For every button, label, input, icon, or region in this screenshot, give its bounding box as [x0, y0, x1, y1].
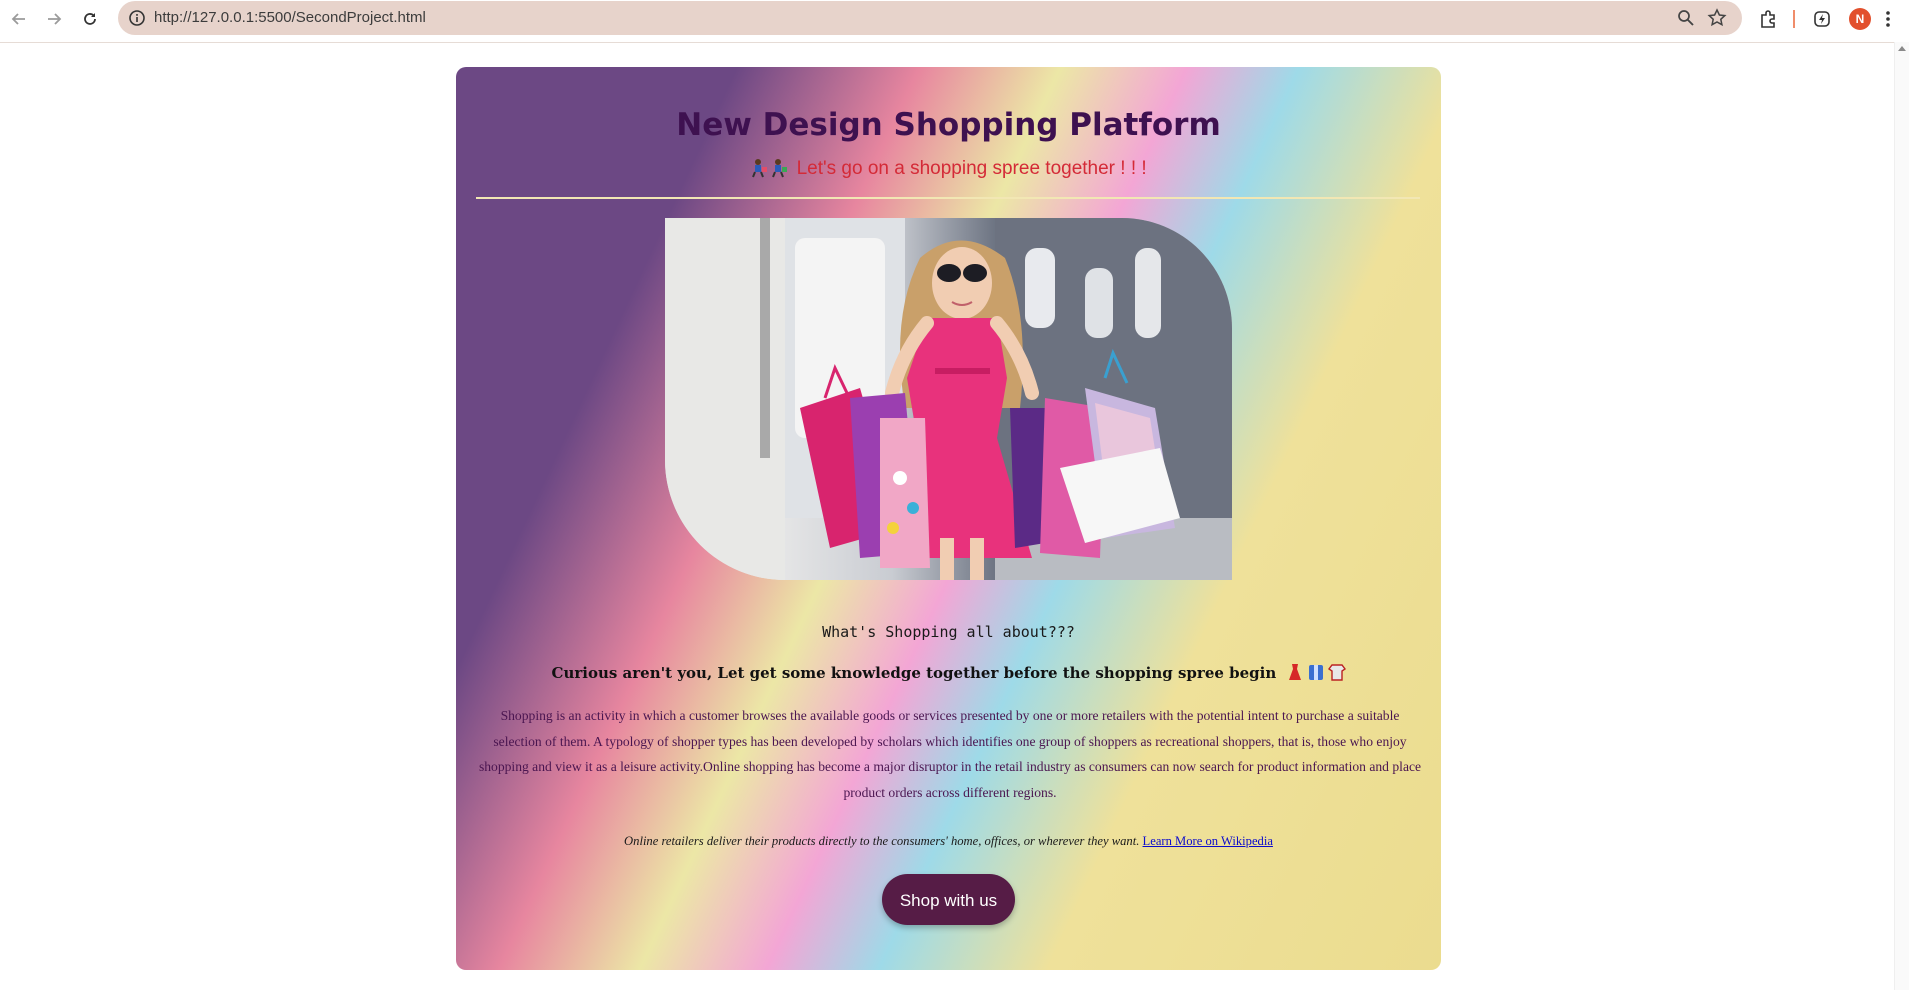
- wikipedia-link[interactable]: Learn More on Wikipedia: [1143, 834, 1273, 848]
- tagline: Let's go on a shopping spree together ! …: [456, 158, 1441, 184]
- reload-button[interactable]: [77, 6, 103, 32]
- back-button[interactable]: [6, 6, 32, 32]
- address-bar[interactable]: http://127.0.0.1:5500/SecondProject.html: [118, 1, 1742, 35]
- shopping-description: Shopping is an activity in which a custo…: [478, 708, 1422, 800]
- profile-avatar[interactable]: N: [1849, 8, 1871, 30]
- forward-arrow-icon: [48, 13, 62, 25]
- zoom-icon[interactable]: [1676, 8, 1696, 28]
- shoppers-emoji-icon: [750, 158, 790, 184]
- scroll-up-arrow-icon[interactable]: [1898, 46, 1906, 51]
- extensions-icon[interactable]: [1756, 7, 1780, 31]
- bookmark-star-icon[interactable]: [1706, 7, 1728, 29]
- clothing-emoji-icons: [1288, 663, 1346, 685]
- section-heading: What's Shopping all about???: [822, 623, 1075, 641]
- hero-illustration: [665, 218, 1232, 580]
- toolbar-divider: [1793, 10, 1795, 28]
- site-info-icon[interactable]: [126, 7, 148, 29]
- curious-line: Curious aren't you, Let get some knowled…: [456, 663, 1441, 685]
- page-scrollbar[interactable]: [1894, 42, 1909, 990]
- url-text[interactable]: http://127.0.0.1:5500/SecondProject.html: [154, 1, 426, 35]
- header-divider: [476, 197, 1420, 199]
- shop-with-us-button[interactable]: Shop with us: [882, 874, 1015, 925]
- content-card: New Design Shopping Platform Let's go on…: [456, 67, 1441, 970]
- menu-kebab-icon[interactable]: [1882, 7, 1894, 31]
- back-arrow-icon: [11, 13, 25, 25]
- retail-note-text: Online retailers deliver their products …: [624, 834, 1140, 848]
- tagline-text: Let's go on a shopping spree together ! …: [796, 158, 1147, 179]
- curious-text: Curious aren't you, Let get some knowled…: [551, 664, 1277, 682]
- performance-icon[interactable]: [1810, 7, 1834, 31]
- forward-button[interactable]: [41, 6, 67, 32]
- reload-icon: [84, 13, 96, 25]
- browser-toolbar: http://127.0.0.1:5500/SecondProject.html…: [0, 0, 1909, 43]
- hero-shopping-girl-image: [665, 218, 1232, 580]
- page-title: New Design Shopping Platform: [676, 107, 1221, 143]
- retail-note: Online retailers deliver their products …: [456, 834, 1441, 849]
